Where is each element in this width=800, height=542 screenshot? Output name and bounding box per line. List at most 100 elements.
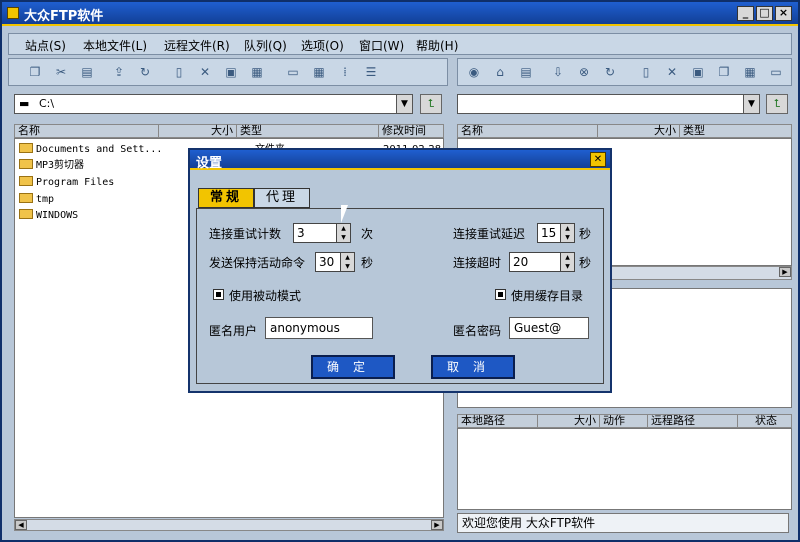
- tab-proxy[interactable]: 代理: [254, 188, 310, 208]
- details-view-icon[interactable]: ☰: [363, 64, 379, 80]
- stepper-arrows[interactable]: ▲ ▼: [336, 224, 350, 242]
- chevron-down-icon[interactable]: ▼: [561, 233, 574, 242]
- list-item[interactable]: WINDOWS: [19, 209, 78, 223]
- dialog-title-bar[interactable]: 设置 ✕: [190, 150, 610, 171]
- close-button[interactable]: ×: [775, 6, 792, 21]
- rename-icon[interactable]: ▯: [171, 64, 187, 80]
- remote-properties-icon[interactable]: ▣: [690, 64, 706, 80]
- passive-mode-checkbox[interactable]: [213, 289, 224, 300]
- chevron-down-icon[interactable]: ▼: [561, 262, 574, 271]
- stepper-arrows[interactable]: ▲ ▼: [560, 224, 574, 242]
- cancel-button[interactable]: 取消: [431, 355, 515, 379]
- cut-icon[interactable]: ✂: [53, 64, 69, 80]
- anon-pass-label: 匿名密码: [453, 324, 502, 338]
- local-up-folder-button[interactable]: ⮤: [420, 94, 442, 114]
- remote-up-folder-button[interactable]: ⮤: [766, 94, 788, 114]
- keepalive-stepper[interactable]: 30 ▲ ▼: [315, 252, 355, 272]
- chevron-up-icon[interactable]: ▲: [561, 224, 574, 233]
- refresh-icon[interactable]: ↻: [137, 64, 153, 80]
- list-view-icon[interactable]: ⁞: [337, 64, 353, 80]
- remote-col-size[interactable]: 大小: [598, 125, 680, 137]
- col-type[interactable]: 类型: [237, 125, 379, 137]
- new-folder-icon[interactable]: ▦: [249, 64, 265, 80]
- scroll-right-button[interactable]: ▶: [779, 267, 791, 277]
- scroll-right-button[interactable]: ▶: [431, 520, 443, 530]
- window-title: 大众FTP软件: [24, 9, 104, 24]
- anon-user-input[interactable]: anonymous: [265, 317, 373, 339]
- chevron-down-icon[interactable]: ▼: [341, 262, 354, 271]
- disconnect-icon[interactable]: ⌂: [492, 64, 508, 80]
- small-icons-view-icon[interactable]: ▦: [311, 64, 327, 80]
- stepper-arrows[interactable]: ▲ ▼: [560, 253, 574, 271]
- paste-icon[interactable]: ▤: [79, 64, 95, 80]
- app-icon[interactable]: [7, 7, 19, 19]
- minimize-button[interactable]: _: [737, 6, 754, 21]
- retry-delay-stepper[interactable]: 15 ▲ ▼: [537, 223, 575, 243]
- maximize-button[interactable]: □: [756, 6, 773, 21]
- local-path-value: C:\: [39, 97, 55, 110]
- list-item[interactable]: Documents and Sett...: [19, 143, 162, 157]
- anon-pass-input[interactable]: Guest@: [509, 317, 589, 339]
- queue-col-status[interactable]: 状态: [738, 415, 791, 427]
- keepalive-label: 发送保持活动命令: [209, 256, 306, 270]
- remote-view-icon[interactable]: ▭: [768, 64, 784, 80]
- remote-toolbar: ◉ ⌂ ▤ ⇩ ⊗ ↻ ▯ ✕ ▣ ❐ ▦ ▭: [457, 58, 792, 86]
- remote-rename-icon[interactable]: ▯: [638, 64, 654, 80]
- retry-count-stepper[interactable]: 3 ▲ ▼: [293, 223, 351, 243]
- list-item[interactable]: Program Files: [19, 176, 114, 190]
- menu-queue[interactable]: 队列(Q): [244, 37, 287, 54]
- queue-col-size[interactable]: 大小: [538, 415, 600, 427]
- menu-local-file[interactable]: 本地文件(L): [83, 37, 147, 54]
- queue-col-remote-path[interactable]: 远程路径: [648, 415, 738, 427]
- retry-delay-unit: 秒: [579, 227, 592, 241]
- tab-general[interactable]: 常规: [198, 188, 254, 208]
- queue-list[interactable]: [457, 428, 792, 510]
- chevron-up-icon[interactable]: ▲: [341, 253, 354, 262]
- stepper-arrows[interactable]: ▲ ▼: [340, 253, 354, 271]
- large-icons-view-icon[interactable]: ▭: [285, 64, 301, 80]
- retry-count-unit: 次: [361, 227, 374, 241]
- copy-icon[interactable]: ❐: [27, 64, 43, 80]
- scroll-left-button[interactable]: ◀: [15, 520, 27, 530]
- title-bar[interactable]: 大众FTP软件 _ □ ×: [2, 2, 798, 26]
- remote-col-name[interactable]: 名称: [458, 125, 598, 137]
- local-path-combo[interactable]: ▬ C:\ ▼: [14, 94, 413, 114]
- col-name[interactable]: 名称: [15, 125, 159, 137]
- ok-button[interactable]: 确定: [311, 355, 395, 379]
- stop-icon[interactable]: ⊗: [576, 64, 592, 80]
- download-icon[interactable]: ⇩: [550, 64, 566, 80]
- col-modified[interactable]: 修改时间: [379, 125, 443, 137]
- local-hscrollbar[interactable]: ◀ ▶: [14, 519, 444, 531]
- remote-delete-icon[interactable]: ✕: [664, 64, 680, 80]
- remote-copy-icon[interactable]: ❐: [716, 64, 732, 80]
- properties-icon[interactable]: ▣: [223, 64, 239, 80]
- menu-window[interactable]: 窗口(W): [359, 37, 404, 54]
- remote-path-combo[interactable]: ▼: [457, 94, 760, 114]
- list-item[interactable]: tmp: [19, 193, 54, 207]
- remote-new-folder-icon[interactable]: ▦: [742, 64, 758, 80]
- cache-dir-checkbox[interactable]: [495, 289, 506, 300]
- chevron-down-icon[interactable]: ▼: [337, 233, 350, 242]
- chevron-up-icon[interactable]: ▲: [561, 253, 574, 262]
- timeout-stepper[interactable]: 20 ▲ ▼: [509, 252, 575, 272]
- col-size[interactable]: 大小: [159, 125, 237, 137]
- folder-icon: [19, 209, 33, 219]
- chevron-up-icon[interactable]: ▲: [337, 224, 350, 233]
- menu-help[interactable]: 帮助(H): [416, 37, 458, 54]
- remote-col-type[interactable]: 类型: [680, 125, 791, 137]
- connect-icon[interactable]: ◉: [466, 64, 482, 80]
- site-manager-icon[interactable]: ▤: [518, 64, 534, 80]
- menu-options[interactable]: 选项(O): [301, 37, 344, 54]
- upload-icon[interactable]: ⇪: [111, 64, 127, 80]
- dialog-close-icon[interactable]: ✕: [590, 152, 606, 167]
- local-toolbar: ❐ ✂ ▤ ⇪ ↻ ▯ ✕ ▣ ▦ ▭ ▦ ⁞ ☰: [8, 58, 448, 86]
- menu-site[interactable]: 站点(S): [25, 37, 66, 54]
- chevron-down-icon[interactable]: ▼: [743, 95, 759, 113]
- chevron-down-icon[interactable]: ▼: [396, 95, 412, 113]
- menu-remote-file[interactable]: 远程文件(R): [164, 37, 230, 54]
- queue-col-action[interactable]: 动作: [600, 415, 648, 427]
- remote-refresh-icon[interactable]: ↻: [602, 64, 618, 80]
- list-item[interactable]: MP3剪切器: [19, 159, 84, 173]
- delete-icon[interactable]: ✕: [197, 64, 213, 80]
- queue-col-local-path[interactable]: 本地路径: [458, 415, 538, 427]
